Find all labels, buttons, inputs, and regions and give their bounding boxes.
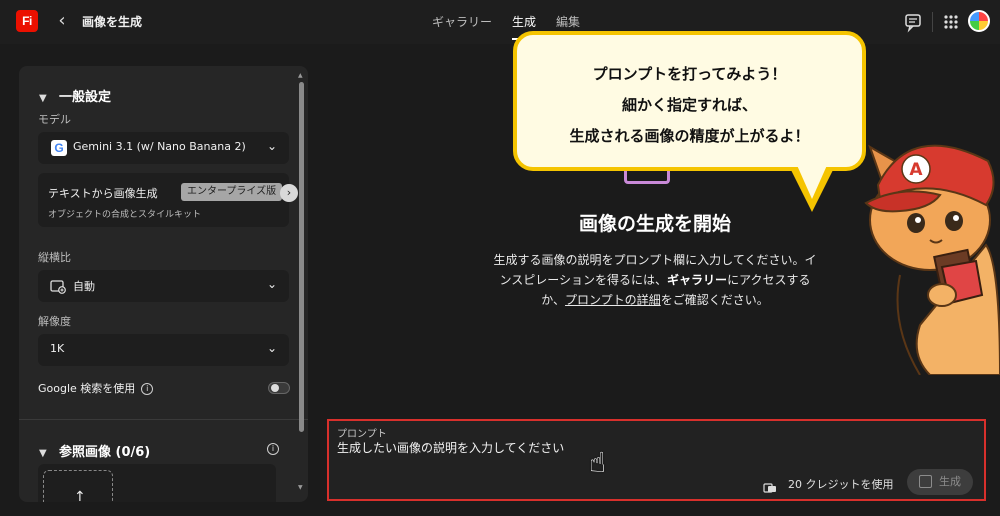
google-search-row: Google 検索を使用 i (38, 380, 154, 396)
reference-images-header[interactable]: ▼ 参照画像 (0/6) (39, 441, 150, 460)
model-label: モデル (38, 113, 71, 126)
credits-text: 20 クレジットを使用 (788, 478, 894, 491)
model-select[interactable]: G Gemini 3.1 (w/ Nano Banana 2) ⌄ (38, 132, 289, 164)
generate-button[interactable]: 生成 (907, 469, 973, 495)
google-search-toggle[interactable] (268, 382, 290, 394)
callout-line-1: プロンプトを打ってみよう！ (592, 65, 787, 83)
callout-tail-fill (796, 163, 828, 199)
settings-sidebar: ▼ 一般設定 モデル G Gemini 3.1 (w/ Nano Banana 2… (19, 66, 308, 502)
scroll-up-icon[interactable]: ▲ (298, 72, 303, 79)
upload-icon: ↑ (74, 489, 86, 502)
scroll-down-icon[interactable]: ▼ (298, 484, 303, 491)
info-icon[interactable]: i (141, 383, 154, 395)
desc-text-3: をご確認ください。 (660, 293, 769, 307)
firefly-logo[interactable]: Fi (16, 10, 38, 32)
resolution-select[interactable]: 1K ⌄ (38, 334, 289, 366)
pointing-hand-icon: ☝ (589, 446, 607, 479)
tab-gallery[interactable]: ギャラリー (432, 0, 492, 44)
text-to-image-title: テキストから画像生成 (48, 187, 158, 200)
chevron-down-icon: ⌄ (266, 277, 277, 291)
callout-bubble: プロンプトを打ってみよう！ 細かく指定すれば、 生成される画像の精度が上がるよ！ (513, 31, 866, 171)
image-generate-icon (624, 170, 670, 184)
prompt-input[interactable] (337, 441, 957, 455)
model-value: Gemini 3.1 (w/ Nano Banana 2) (73, 140, 246, 153)
page-title: 画像を生成 (82, 15, 143, 29)
chat-icon[interactable] (902, 11, 924, 33)
upload-dropzone[interactable]: ↑ (43, 470, 113, 502)
hero-title: 画像の生成を開始 (578, 213, 731, 235)
generate-label: 生成 (939, 475, 961, 488)
resolution-value: 1K (50, 342, 65, 355)
apps-grid-icon[interactable] (940, 11, 962, 33)
chevron-right-icon[interactable]: › (280, 184, 298, 202)
back-icon[interactable]: ‹ (52, 10, 72, 32)
reference-images-title: 参照画像 (0/6) (59, 445, 151, 460)
aspect-ratio-select[interactable]: 自動 ⌄ (38, 270, 289, 302)
aspect-ratio-value: 自動 (73, 280, 95, 293)
chevron-down-icon: ⌄ (266, 341, 277, 355)
prompt-details-link[interactable]: プロンプトの詳細 (565, 293, 661, 307)
aspect-ratio-icon (50, 278, 66, 298)
enterprise-badge: エンタープライズ版 (181, 183, 283, 201)
callout-text: プロンプトを打ってみよう！ 細かく指定すれば、 生成される画像の精度が上がるよ！ (517, 59, 862, 152)
callout-line-2: 細かく指定すれば、 (621, 96, 757, 114)
hero-description: 生成する画像の説明をプロンプト欄に入力してください。インスピレーションを得るには… (490, 250, 820, 310)
sidebar-scrollbar[interactable]: ▲ ▼ (298, 72, 306, 492)
cap-letter: A (909, 160, 923, 180)
callout-line-3: 生成される画像の精度が上がるよ！ (569, 127, 810, 145)
info-icon[interactable]: i (267, 443, 279, 455)
reference-upload-area: ↑ (38, 464, 276, 502)
generate-icon (919, 475, 932, 488)
scroll-thumb[interactable] (299, 82, 304, 432)
prompt-label: プロンプト (337, 429, 387, 440)
credits-icon (763, 478, 777, 493)
google-g-icon: G (51, 140, 67, 156)
general-settings-header[interactable]: ▼ 一般設定 (39, 86, 111, 105)
cat-mascot-illustration: A (860, 125, 1000, 376)
section-divider (19, 419, 308, 420)
chevron-down-icon: ⌄ (266, 139, 277, 153)
chevron-down-icon: ▼ (39, 93, 47, 104)
gallery-link[interactable]: ギャラリー (667, 273, 727, 287)
user-avatar[interactable] (968, 10, 990, 32)
header-divider (932, 12, 933, 32)
chevron-down-icon: ▼ (39, 448, 47, 459)
resolution-label: 解像度 (38, 315, 71, 328)
aspect-ratio-label: 縦横比 (38, 251, 71, 264)
general-settings-title: 一般設定 (59, 90, 112, 105)
google-search-label: Google 検索を使用 (38, 382, 136, 395)
prompt-panel: プロンプト 20 クレジットを使用 生成 (327, 419, 986, 501)
